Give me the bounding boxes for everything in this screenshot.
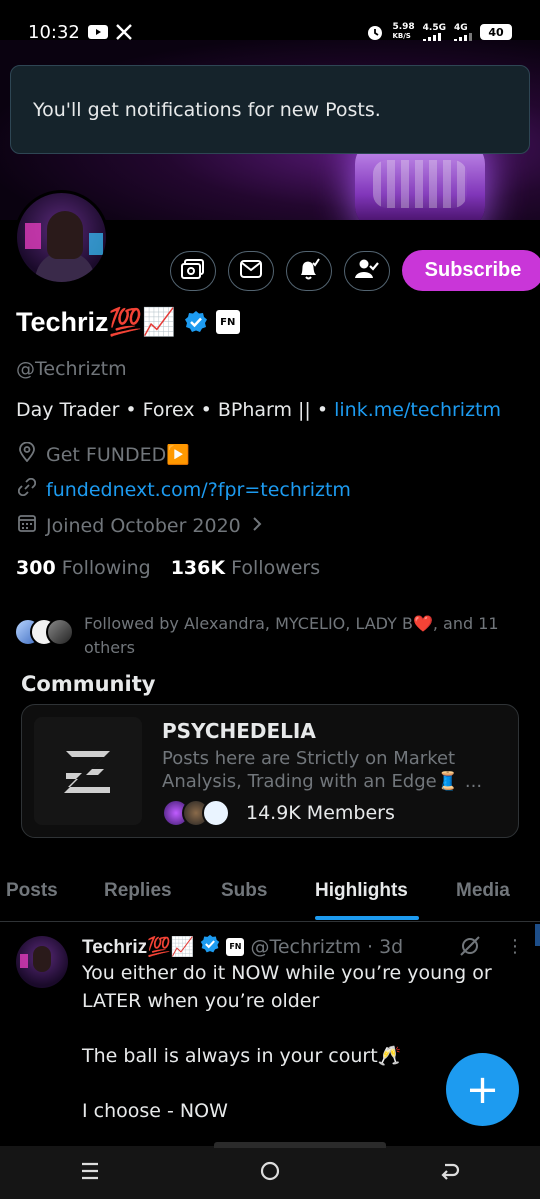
post-author-name[interactable]: Techriz💯📈 [82,935,194,959]
toast-message: You'll get notifications for new Posts. [33,98,381,121]
profile-name-row: Techriz💯📈 FN [16,306,240,338]
bio-link[interactable]: link.me/techriztm [334,399,501,421]
money-button[interactable] [170,250,216,291]
youtube-icon [87,25,108,39]
envelope-icon [240,259,262,282]
tab-posts[interactable]: Posts [6,880,58,902]
followed-by-text: Followed by Alexandra, MYCELIO, LADY B❤️… [84,614,499,657]
status-bar: 10:32 5.98 KB/S 4.5G 4G 40 [0,0,540,64]
system-nav-bar [0,1142,540,1199]
bell-check-icon [297,257,321,285]
link-icon [17,477,37,501]
compose-button[interactable]: + [446,1053,519,1126]
location-row: Get FUNDED▶️ [18,441,190,467]
more-options-icon[interactable]: ⋮ [506,936,524,957]
tab-highlights[interactable]: Highlights [315,880,408,902]
post-time[interactable]: 3d [379,936,403,958]
back-button[interactable] [439,1161,461,1185]
plus-icon: + [465,1066,500,1113]
profile-handle: @Techriztm [16,358,127,380]
post-avatar[interactable] [16,936,68,988]
message-button[interactable] [228,250,274,291]
user-check-icon [355,258,379,284]
community-section-title: Community [21,672,156,696]
tab-replies[interactable]: Replies [104,880,172,902]
community-card[interactable]: PSYCHEDELIA Posts here are Strictly on M… [21,704,519,838]
follow-stats: 300 Following 136K Followers [16,557,320,579]
calendar-icon [18,514,36,537]
website-row: fundednext.com/?fpr=techriztm [17,477,351,501]
followed-by[interactable]: Followed by Alexandra, MYCELIO, LADY B❤️… [14,612,524,660]
profile-tabs: Posts Replies Subs Highlights Media [0,866,540,922]
following-link[interactable]: 300 Following [16,557,151,579]
followers-link[interactable]: 136K Followers [171,557,320,579]
network-indicator-2: 4G [454,23,472,41]
post-separator: · [367,935,374,958]
recent-apps-button[interactable] [79,1161,101,1185]
post-handle[interactable]: @Techriztm [250,936,361,958]
clock: 10:32 [28,21,80,43]
location-text: Get FUNDED▶️ [46,444,190,466]
affiliate-badge: FN [226,937,245,956]
scroll-indicator [535,924,540,946]
profile-bio: Day Trader • Forex • BPharm || • link.me… [16,399,501,421]
community-logo [34,717,142,825]
post-header: Techriz💯📈 FN @Techriztm · 3d [82,934,403,959]
profile-avatar[interactable] [14,190,109,285]
affiliate-badge[interactable]: FN [215,310,240,334]
followed-by-avatars [14,612,74,646]
chevron-right-icon [251,515,263,537]
joined-text: Joined October 2020 [46,514,241,537]
verified-icon[interactable] [184,310,208,334]
x-icon [116,24,132,40]
tab-media[interactable]: Media [456,880,510,902]
tab-subs[interactable]: Subs [221,880,267,902]
no-grok-icon[interactable] [458,934,482,962]
battery-icon: 40 [480,24,512,40]
net-speed: 5.98 KB/S [392,22,415,41]
verified-icon [200,934,220,959]
bio-text: Day Trader • Forex • BPharm || • [16,399,335,421]
profile-actions: Subscribe [170,250,540,291]
joined-row[interactable]: Joined October 2020 [18,514,263,537]
subscribe-button[interactable]: Subscribe [402,250,540,291]
following-button[interactable] [344,250,390,291]
home-button[interactable] [259,1160,281,1186]
notifications-button[interactable] [286,250,332,291]
location-icon [18,441,36,467]
community-description: Posts here are Strictly on Market Analys… [162,748,483,792]
avatar [202,799,230,827]
money-icon [181,258,205,284]
community-name: PSYCHEDELIA [162,719,316,743]
avatar [46,618,74,646]
network-indicator-1: 4.5G [422,23,446,41]
alarm-icon [366,23,384,41]
display-name: Techriz💯📈 [16,307,176,337]
nav-pill [214,1142,386,1148]
active-tab-indicator [315,916,419,920]
website-link[interactable]: fundednext.com/?fpr=techriztm [46,479,351,501]
notification-toast: You'll get notifications for new Posts. [10,65,530,154]
member-avatars [162,799,234,827]
community-members: 14.9K Members [162,799,395,827]
members-count: 14.9K Members [246,802,395,824]
